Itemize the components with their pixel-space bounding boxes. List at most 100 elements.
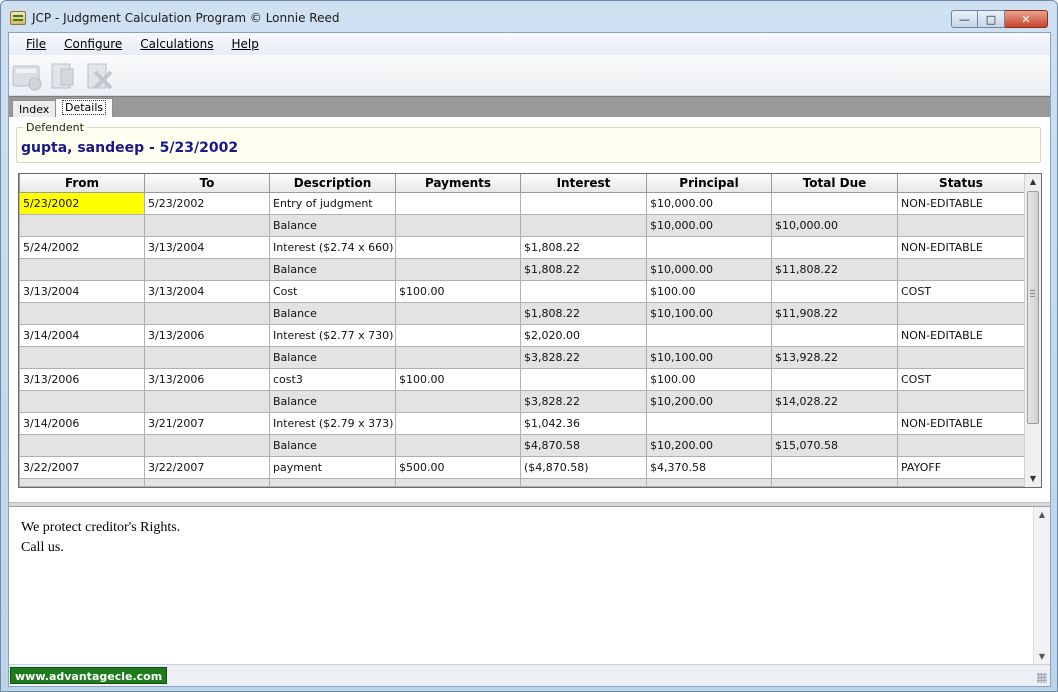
cell-payments[interactable] [395,301,521,325]
cell-from[interactable]: 3/13/2006 [19,367,145,391]
cell-status[interactable] [897,433,1025,457]
cell-status[interactable]: NON-EDITABLE [897,323,1025,347]
cell-from[interactable] [19,301,145,325]
cell-from[interactable]: 3/14/2006 [19,411,145,435]
cell-status[interactable]: PAYOFF [897,455,1025,479]
menu-help[interactable]: Help [222,37,267,51]
cell-status[interactable]: COST [897,279,1025,303]
cell-status[interactable] [897,213,1025,237]
table-row[interactable] [19,477,1025,487]
cell-to[interactable]: 3/13/2004 [144,279,270,303]
cell-principal[interactable] [646,323,772,347]
cell-total-due[interactable] [771,279,898,303]
cell-description[interactable]: Cost [269,279,396,303]
table-row[interactable]: 3/13/2006 3/13/2006 cost3 $100.00 $100.00 COS… [19,367,1025,391]
grid-vertical-scrollbar[interactable]: ▲ ─ ─ ─ ▼ [1024,174,1041,487]
table-row[interactable]: Balance $3,828.22 $10,200.00 $14,028.22 [19,389,1025,413]
cell-to[interactable] [144,301,270,325]
cell-description[interactable]: Balance [269,433,396,457]
column-header-interest[interactable]: Interest [520,174,647,193]
cell-total-due[interactable] [771,323,898,347]
resize-grip-icon[interactable] [1037,673,1047,683]
cell-status[interactable] [897,301,1025,325]
new-record-button[interactable] [11,60,43,92]
cell-interest[interactable] [520,191,647,215]
cell-interest[interactable]: ($4,870.58) [520,455,647,479]
cell-to[interactable] [144,345,270,369]
table-row[interactable]: Balance $3,828.22 $10,100.00 $13,928.22 [19,345,1025,369]
message-scroll-down-icon[interactable]: ▼ [1034,652,1050,661]
cell-description[interactable]: Balance [269,257,396,281]
cell-payments[interactable] [395,235,521,259]
cell-to[interactable]: 3/13/2006 [144,367,270,391]
cell-principal[interactable]: $10,000.00 [646,191,772,215]
cell-description[interactable]: Balance [269,301,396,325]
cell-payments[interactable]: $100.00 [395,279,521,303]
menu-file[interactable]: File [17,37,55,51]
cell-status[interactable]: COST [897,367,1025,391]
cell-interest[interactable]: $1,808.22 [520,301,647,325]
column-header-status[interactable]: Status [897,174,1025,193]
table-row[interactable]: 3/14/2004 3/13/2006 Interest ($2.77 x 730)… [19,323,1025,347]
menu-configure[interactable]: Configure [55,37,131,51]
cell-description[interactable]: payment [269,455,396,479]
cell-from[interactable] [19,433,145,457]
table-row[interactable]: Balance $4,870.58 $10,200.00 $15,070.58 [19,433,1025,457]
open-record-button[interactable] [47,60,79,92]
column-header-total-due[interactable]: Total Due [771,174,898,193]
cell-principal[interactable]: $10,200.00 [646,389,772,413]
cell-total-due[interactable] [771,411,898,435]
column-header-principal[interactable]: Principal [646,174,772,193]
cell-principal[interactable] [646,411,772,435]
cell-from[interactable]: 5/24/2002 [19,235,145,259]
column-header-payments[interactable]: Payments [395,174,521,193]
cell-from[interactable] [19,389,145,413]
message-scrollbar[interactable]: ▲ ▼ [1033,507,1050,664]
cell-interest[interactable]: $4,870.58 [520,433,647,457]
cell-to[interactable]: 3/22/2007 [144,455,270,479]
cell-description[interactable]: Balance [269,389,396,413]
cell-interest[interactable] [520,279,647,303]
table-row[interactable]: 3/13/2004 3/13/2004 Cost $100.00 $100.00 COST [19,279,1025,303]
cell-payments[interactable] [395,477,521,487]
column-header-to[interactable]: To [144,174,270,193]
table-row[interactable]: Balance $10,000.00 $10,000.00 [19,213,1025,237]
cell-from[interactable] [19,213,145,237]
cell-description[interactable]: cost3 [269,367,396,391]
cell-to[interactable]: 5/23/2002 [144,191,270,215]
website-link[interactable]: www.advantagecle.com [10,667,168,684]
cell-payments[interactable] [395,323,521,347]
cell-to[interactable]: 3/21/2007 [144,411,270,435]
cell-payments[interactable] [395,191,521,215]
cell-principal[interactable]: $100.00 [646,367,772,391]
cell-payments[interactable]: $500.00 [395,455,521,479]
cell-description[interactable]: Entry of judgment [269,191,396,215]
cell-total-due[interactable] [771,455,898,479]
scroll-up-arrow-icon[interactable]: ▲ [1025,174,1041,190]
cell-payments[interactable] [395,389,521,413]
table-row[interactable]: Balance $1,808.22 $10,000.00 $11,808.22 [19,257,1025,281]
column-header-description[interactable]: Description [269,174,396,193]
scroll-thumb[interactable]: ─ ─ ─ [1027,191,1039,424]
table-row[interactable]: 3/22/2007 3/22/2007 payment $500.00 ($4,870.… [19,455,1025,479]
cell-description[interactable] [269,477,396,487]
cell-total-due[interactable] [771,477,898,487]
cell-principal[interactable]: $10,100.00 [646,301,772,325]
cell-total-due[interactable] [771,367,898,391]
cell-principal[interactable]: $10,000.00 [646,213,772,237]
cell-total-due[interactable]: $11,908.22 [771,301,898,325]
table-row[interactable]: 5/24/2002 3/13/2004 Interest ($2.74 x 660)… [19,235,1025,259]
cell-from[interactable]: 3/22/2007 [19,455,145,479]
cell-description[interactable]: Interest ($2.79 x 373) [269,411,396,435]
cell-total-due[interactable]: $13,928.22 [771,345,898,369]
cell-to[interactable] [144,433,270,457]
cell-principal[interactable] [646,235,772,259]
cell-total-due[interactable] [771,235,898,259]
cell-to[interactable] [144,257,270,281]
cell-payments[interactable] [395,411,521,435]
cell-interest[interactable]: $1,042.36 [520,411,647,435]
cell-interest[interactable]: $1,808.22 [520,257,647,281]
cell-interest[interactable] [520,477,647,487]
table-row[interactable]: Balance $1,808.22 $10,100.00 $11,908.22 [19,301,1025,325]
cell-to[interactable] [144,477,270,487]
